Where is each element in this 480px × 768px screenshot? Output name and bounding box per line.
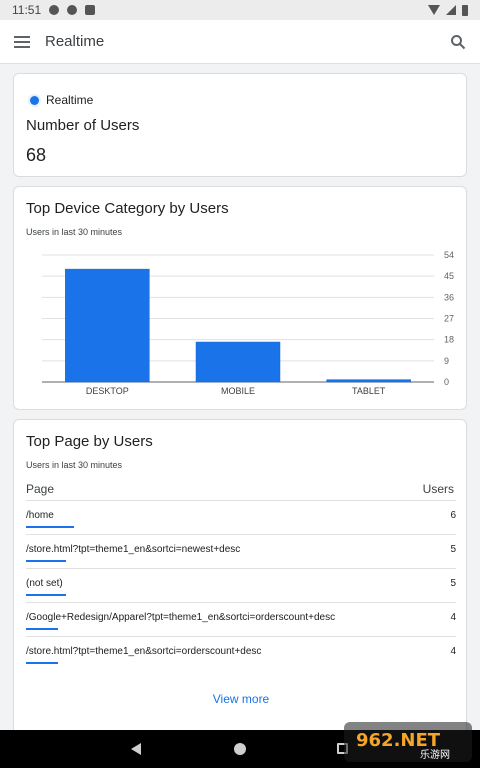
column-header-page: Page [26,482,55,496]
site-watermark: 962.NET 乐游网 [344,722,472,762]
live-dot-icon [30,95,39,105]
user-count: 4 [450,646,456,657]
y-tick-label: 54 [444,250,454,260]
pages-table: /home 6/store.html?tpt=theme1_en&sortci=n… [26,500,456,670]
share-bar [26,628,59,630]
menu-icon [14,35,30,38]
x-tick-label: MOBILE [221,386,255,396]
wifi-icon [428,5,440,15]
metric-label: Number of Users [26,117,140,134]
table-row[interactable]: (not set) 5 [26,568,456,602]
watermark-brand: 962.NET [356,730,441,751]
realtime-indicator: Realtime [30,93,93,107]
share-bar [26,526,74,528]
y-tick-label: 9 [444,356,449,366]
location-icon [67,5,78,15]
back-icon[interactable] [131,743,141,755]
app-title: Realtime [45,33,105,50]
bar-desktop [65,268,150,383]
device-bar-chart: 54 45 36 27 18 9 0 DESKTOP MOBILE TABLET [42,250,454,396]
y-tick-label: 27 [444,314,454,324]
y-tick-label: 45 [444,271,454,281]
battery-icon [462,4,468,16]
user-count: 6 [450,510,456,521]
share-bar [26,594,66,596]
settings-icon [49,5,60,15]
y-tick-label: 18 [444,335,454,345]
card-title: Top Page by Users [26,433,153,450]
app-bar: Realtime [0,20,480,64]
status-bar: 11:51 [0,0,480,20]
card-title: Top Device Category by Users [26,200,229,217]
metric-value: 68 [26,145,47,165]
y-tick-label: 0 [444,377,449,387]
signal-icon [446,5,456,15]
x-tick-label: DESKTOP [86,386,129,396]
bar-tablet [326,379,411,383]
y-tick-label: 36 [444,292,454,302]
view-more-link[interactable]: View more [14,692,468,706]
watermark-sub: 乐游网 [420,748,450,761]
realtime-users-card[interactable]: Realtime Number of Users 68 [13,73,467,177]
page-path: /store.html?tpt=theme1_en&sortci=newest+… [26,544,241,555]
device-category-card[interactable]: Top Device Category by Users Users in la… [13,186,467,410]
search-icon [451,34,466,49]
top-pages-card[interactable]: Top Page by Users Users in last 30 minut… [13,419,467,730]
main-content[interactable]: Realtime Number of Users 68 Top Device C… [0,64,480,730]
page-path: /Google+Redesign/Apparel?tpt=theme1_en&s… [26,612,336,623]
page-path: /store.html?tpt=theme1_en&sortci=ordersc… [26,646,262,657]
share-bar [26,662,59,664]
search-button[interactable] [436,20,480,64]
table-row[interactable]: /store.html?tpt=theme1_en&sortci=ordersc… [26,636,456,670]
table-row[interactable]: /store.html?tpt=theme1_en&sortci=newest+… [26,534,456,568]
table-row[interactable]: /Google+Redesign/Apparel?tpt=theme1_en&s… [26,602,456,636]
table-row[interactable]: /home 6 [26,500,456,534]
share-bar [26,560,66,562]
user-count: 5 [450,544,456,555]
page-path: /home [26,510,54,521]
x-tick-label: TABLET [352,386,386,396]
sd-card-icon [85,5,96,15]
status-time: 11:51 [12,3,42,17]
card-subtitle: Users in last 30 minutes [26,460,123,470]
menu-button[interactable] [0,20,44,64]
realtime-label: Realtime [46,93,94,107]
user-count: 5 [450,578,456,589]
bar-mobile [195,341,281,383]
user-count: 4 [450,612,456,623]
column-header-users: Users [422,482,454,496]
home-icon[interactable] [234,743,246,755]
page-path: (not set) [26,578,63,589]
card-subtitle: Users in last 30 minutes [26,227,123,237]
